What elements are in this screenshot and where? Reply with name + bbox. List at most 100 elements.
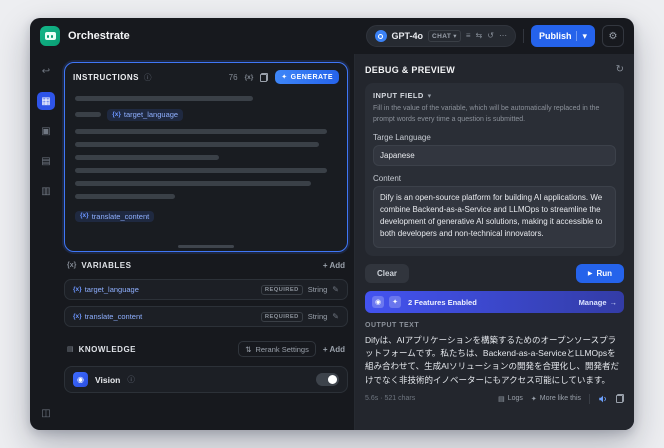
page-title: Orchestrate [68,30,130,42]
model-mode-badge: CHAT ▾ [428,30,461,42]
prompt-skeleton-line [75,141,319,147]
generate-button[interactable]: ✦ GENERATE [275,70,339,84]
nav-terminal-icon[interactable]: ▣ [37,122,55,140]
nav-orchestrate-icon[interactable]: ▦ [37,92,55,110]
debug-actions: Clear ▶ Run [365,264,624,283]
variable-token-label: translate_content [91,211,150,221]
chevron-down-icon: ▾ [453,33,457,40]
app-body: ↩ ▦ ▣ ▤ ▥ ◫ INSTRUCTIONS ⓘ 76 {x} ✦ GENE… [30,54,634,430]
vision-toggle[interactable] [316,373,339,386]
logs-button[interactable]: ▤ Logs [498,395,523,403]
copy-icon[interactable] [260,72,269,82]
publish-divider [576,31,578,41]
toggle-knob [328,375,337,384]
publish-button[interactable]: Publish ▾ [530,25,595,47]
sliders-icon[interactable]: ≡ [466,32,471,40]
orchestrate-panel: INSTRUCTIONS ⓘ 76 {x} ✦ GENERATE {x} tar… [62,54,354,430]
feature-model-icon: ◉ [372,296,384,308]
nav-logs-icon[interactable]: ▤ [37,152,55,170]
header-divider [522,29,524,43]
edit-icon[interactable]: ✎ [332,312,339,321]
swap-icon[interactable]: ⇆ [476,32,483,40]
braces-icon: {x} [80,212,89,219]
instructions-editor[interactable]: INSTRUCTIONS ⓘ 76 {x} ✦ GENERATE {x} tar… [64,62,348,252]
scrollbar-handle[interactable] [178,245,234,248]
content-textarea[interactable]: Dify is an open-source platform for buil… [373,186,616,248]
model-selector[interactable]: GPT-4o CHAT ▾ ≡ ⇆ ↺ ⋯ [365,25,516,47]
required-badge: REQUIRED [260,284,303,295]
more-options-icon[interactable]: ⋯ [499,32,507,40]
rerank-label: Rerank Settings [255,344,309,354]
debug-preview-panel: DEBUG & PREVIEW ↻ INPUT FIELD ▾ Fill in … [354,54,634,430]
meta-divider [589,393,590,404]
input-field-collapse[interactable]: INPUT FIELD ▾ [373,91,616,100]
output-title: OUTPUT TEXT [365,322,420,329]
input-field-card: INPUT FIELD ▾ Fill in the value of the v… [365,83,624,256]
nav-annotation-icon[interactable]: ▥ [37,182,55,200]
clear-button[interactable]: Clear [365,264,410,283]
debug-title: DEBUG & PREVIEW [365,64,456,75]
play-icon: ▶ [587,271,593,277]
history-icon[interactable]: ↺ [487,32,494,40]
prompt-content: {x} target_language {x} translate_conten… [65,87,347,251]
speaker-icon[interactable] [598,394,608,404]
more-label: More like this [539,395,581,403]
vision-label: Vision [95,374,121,385]
target-language-input[interactable] [373,145,616,166]
variable-token-label: target_language [123,110,179,119]
model-name: GPT-4o [391,31,424,41]
header-actions: GPT-4o CHAT ▾ ≡ ⇆ ↺ ⋯ Publish ▾ ⚙ [365,25,624,47]
prompt-skeleton-line [75,154,220,160]
variable-row[interactable]: {x} translate_content REQUIRED String ✎ [64,306,348,327]
prompt-skeleton-line [75,193,175,199]
insert-variable-icon[interactable]: {x} [245,74,254,81]
model-mode-label: CHAT [432,32,452,40]
add-knowledge-button[interactable]: + Add [323,345,345,354]
run-label: Run [596,269,612,278]
prompt-skeleton-line [75,96,254,101]
output-meta-row: 5.6s · 521 chars ▤ Logs ✦ More like this [365,393,624,404]
app-icon [40,26,60,46]
braces-icon: {x} [112,110,121,118]
gear-icon: ⚙ [608,30,618,42]
add-variable-button[interactable]: + Add [323,261,345,270]
output-text: Difyは、AIアプリケーションを構築するためのオープンソースプラットフォームで… [365,335,619,385]
features-bar: ◉ ✦ 2 Features Enabled Manage → [365,291,624,313]
debug-header: DEBUG & PREVIEW ↻ [365,64,624,75]
rerank-icon: ⇅ [245,344,252,354]
model-provider-icon [374,30,387,42]
copy-output-icon[interactable] [616,394,624,404]
edit-icon[interactable]: ✎ [332,285,339,294]
settings-button[interactable]: ⚙ [602,25,624,47]
braces-icon: {x} [73,286,82,293]
vision-icon: ◉ [73,372,88,387]
logs-label: Logs [507,395,523,403]
refresh-icon[interactable]: ↻ [616,64,624,75]
publish-label: Publish [538,31,572,41]
output-stats: 5.6s · 521 chars [365,395,416,403]
more-icon: ✦ [530,395,537,403]
arrow-right-icon: → [609,297,618,307]
left-nav-rail: ↩ ▦ ▣ ▤ ▥ ◫ [30,54,62,430]
prompt-skeleton-line [75,180,311,186]
rerank-settings-button[interactable]: ⇅ Rerank Settings [238,341,316,357]
info-icon[interactable]: ⓘ [144,72,152,83]
variable-row[interactable]: {x} target_language REQUIRED String ✎ [64,279,348,300]
variable-token[interactable]: {x} translate_content [75,210,155,222]
braces-icon: {x} [73,313,82,320]
more-like-this-button[interactable]: ✦ More like this [531,395,581,403]
run-button[interactable]: ▶ Run [575,264,624,283]
variable-token[interactable]: {x} target_language [107,109,184,121]
generate-label: GENERATE [290,73,333,81]
variable-type: String [307,312,328,321]
collapse-panel-icon[interactable]: ◫ [37,404,55,422]
back-icon[interactable]: ↩ [37,62,55,80]
variables-header: {x} VARIABLES + Add [64,261,348,270]
prompt-skeleton-line [75,128,327,134]
instructions-tools: 76 {x} ✦ GENERATE [229,70,339,84]
info-icon[interactable]: ⓘ [127,374,135,385]
manage-features-button[interactable]: Manage → [579,298,617,307]
prompt-skeleton-line [75,112,102,118]
char-count: 76 [228,72,238,82]
knowledge-header: ▤ KNOWLEDGE ⇅ Rerank Settings + Add [64,341,348,357]
